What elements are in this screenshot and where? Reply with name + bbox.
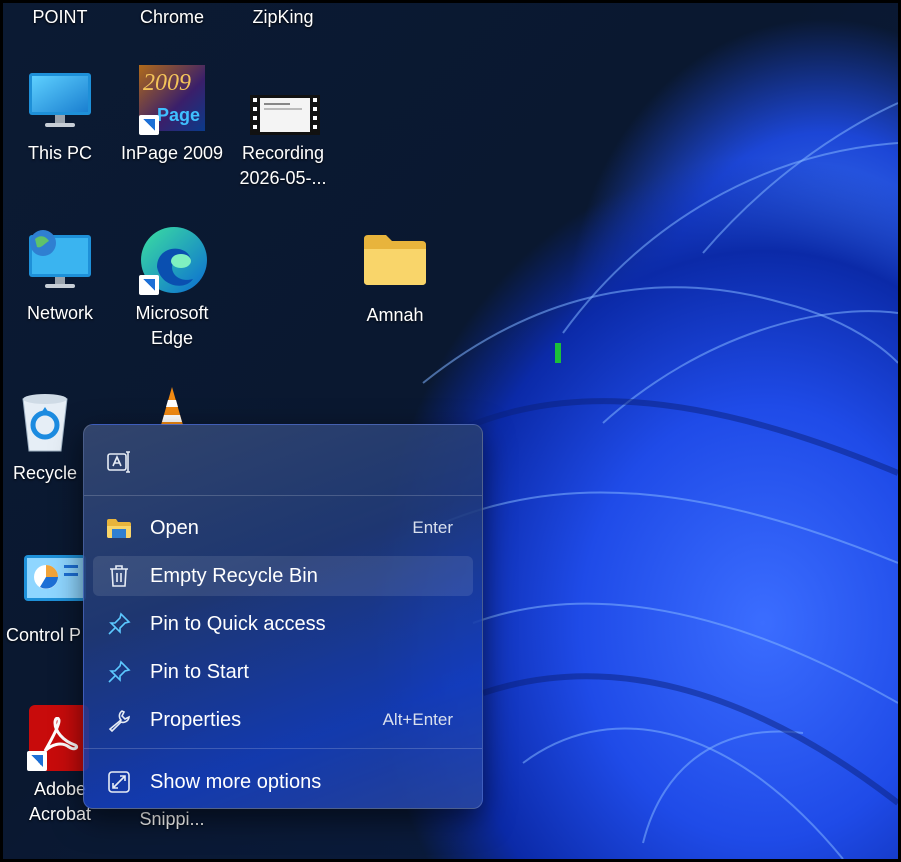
recycle-bin-icon (12, 389, 78, 455)
folder-icon (362, 231, 428, 297)
menu-item-label: Empty Recycle Bin (150, 564, 318, 587)
wrench-icon (106, 707, 132, 733)
shortcut-arrow-icon (27, 751, 47, 771)
desktop-icon-inpage[interactable]: 2009 Page InPage 2009 (120, 65, 224, 166)
menu-item-properties[interactable]: Properties Alt+Enter (93, 700, 473, 740)
desktop-icon-label: Amnah (366, 305, 424, 325)
network-icon (27, 229, 93, 295)
desktop-label-chrome[interactable]: Chrome (120, 7, 224, 28)
video-file-icon (250, 95, 320, 135)
menu-item-shortcut: Enter (412, 518, 453, 537)
folder-icon (106, 515, 132, 541)
menu-item-label: Show more options (150, 770, 322, 793)
desktop-icon-snipping[interactable]: Snippi... (120, 807, 224, 832)
desktop-label-point[interactable]: POINT (8, 7, 112, 28)
inpage-art-text: 2009 (143, 70, 191, 96)
pin-icon (106, 611, 132, 637)
context-menu: Open Enter Empty Recycle Bin Pin to Quic… (83, 424, 483, 809)
desktop-icon-amnah[interactable]: Amnah (343, 231, 447, 328)
desktop-icon-this-pc[interactable]: This PC (8, 69, 112, 166)
menu-item-label: Properties (150, 708, 242, 731)
desktop-icon-label: Snippi... (139, 809, 205, 829)
expand-icon (106, 769, 132, 795)
menu-item-show-more-options[interactable]: Show more options (93, 762, 473, 802)
shortcut-arrow-icon (139, 115, 159, 135)
menu-item-label: Pin to Quick access (150, 612, 326, 635)
menu-item-label: Open (150, 516, 199, 539)
desktop-icon-label: Recording 2026-05-... (239, 143, 327, 188)
trash-icon (106, 563, 132, 589)
menu-item-pin-to-start[interactable]: Pin to Start (93, 652, 473, 692)
desktop-icon-edge[interactable]: Microsoft Edge (120, 225, 224, 351)
inpage-icon: 2009 Page (139, 65, 205, 135)
menu-item-shortcut: Alt+Enter (382, 710, 453, 729)
control-panel-icon (22, 551, 88, 617)
desktop-icon-network[interactable]: Network (8, 229, 112, 326)
desktop-icon-label: This PC (27, 143, 92, 163)
shortcut-arrow-icon (139, 275, 159, 295)
pin-icon (106, 659, 132, 685)
desktop: POINT Chrome ZipKing This PC 2009 Page I… (0, 0, 901, 862)
menu-item-pin-quick-access[interactable]: Pin to Quick access (93, 604, 473, 644)
monitor-icon (27, 69, 93, 135)
desktop-icon-label: InPage 2009 (120, 143, 224, 163)
desktop-label-zipking[interactable]: ZipKing (231, 7, 335, 28)
desktop-icon-label: Microsoft Edge (135, 303, 209, 348)
desktop-icon-recording[interactable]: Recording 2026-05-... (231, 95, 335, 191)
menu-item-open[interactable]: Open Enter (93, 508, 473, 548)
menu-separator (84, 748, 482, 749)
menu-item-label: Pin to Start (150, 660, 249, 683)
desktop-icon-label: Network (26, 303, 93, 323)
context-menu-quick-actions (84, 425, 482, 496)
edge-icon (139, 225, 207, 295)
menu-item-empty-recycle-bin[interactable]: Empty Recycle Bin (93, 556, 473, 596)
rename-icon[interactable] (106, 449, 132, 475)
inpage-art-text-2: Page (157, 105, 201, 125)
